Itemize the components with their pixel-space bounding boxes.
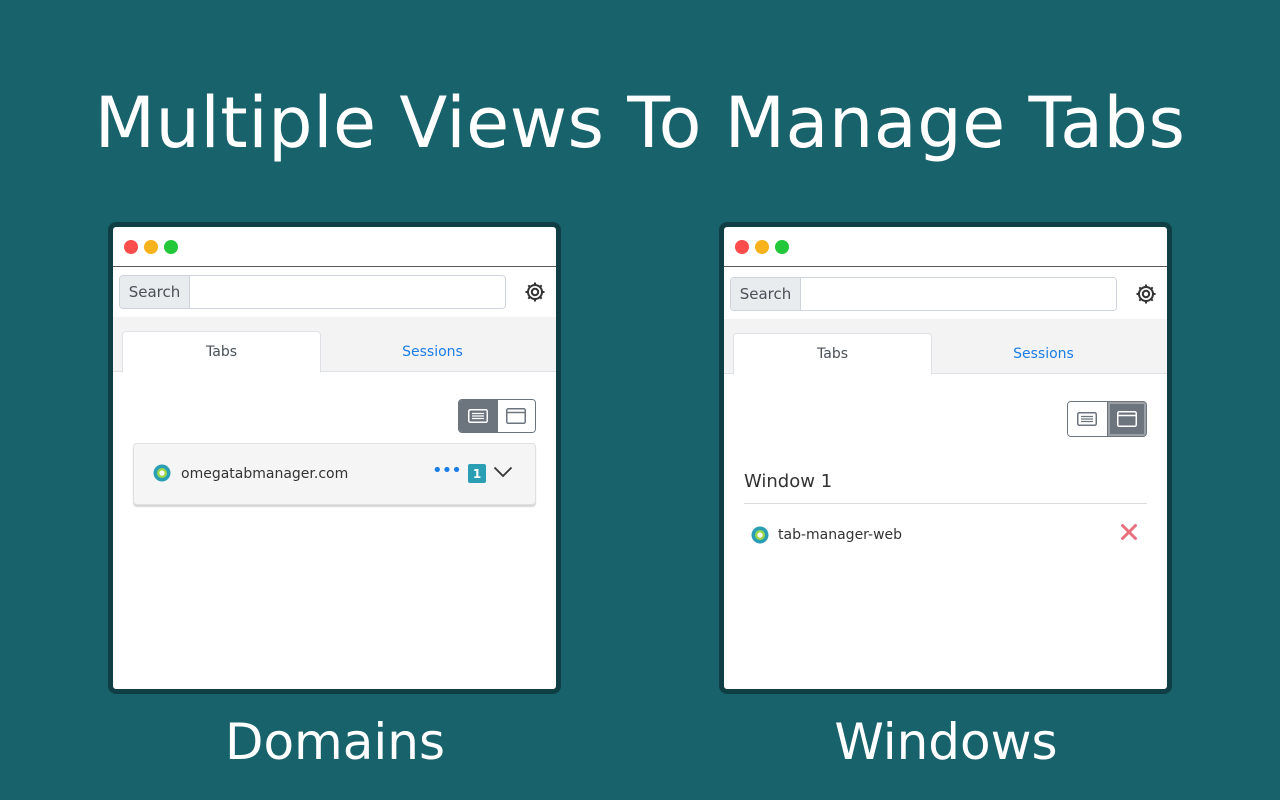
- tab-sessions[interactable]: Sessions: [944, 333, 1143, 375]
- search-group: Search: [730, 277, 1117, 311]
- tab-item-title[interactable]: tab-manager-web: [778, 527, 902, 543]
- maximize-window-button[interactable]: [775, 240, 789, 254]
- tab-tabs[interactable]: Tabs: [733, 333, 932, 375]
- chevron-down-icon[interactable]: [493, 466, 513, 478]
- maximize-window-button[interactable]: [164, 240, 178, 254]
- windows-view-window: Search Tabs Sessions Window 1 tab-manage…: [719, 222, 1172, 694]
- list-view-icon: [467, 409, 488, 423]
- headline: Multiple Views To Manage Tabs: [94, 82, 1186, 164]
- window-view-button[interactable]: [1106, 402, 1146, 436]
- search-row: Search: [724, 267, 1167, 319]
- domain-name: omegatabmanager.com: [181, 466, 349, 482]
- domains-caption: Domains: [224, 713, 446, 771]
- close-window-button[interactable]: [735, 240, 749, 254]
- view-toggle: [1067, 401, 1147, 437]
- tab-count-badge: 1: [468, 464, 486, 483]
- window-view-button[interactable]: [496, 400, 535, 432]
- windows-caption: Windows: [834, 713, 1058, 771]
- divider: [744, 503, 1147, 504]
- search-label: Search: [731, 278, 801, 310]
- minimize-window-button[interactable]: [755, 240, 769, 254]
- search-row: Search: [113, 267, 556, 317]
- minimize-window-button[interactable]: [144, 240, 158, 254]
- window-view-icon: [506, 408, 527, 424]
- window-group-title: Window 1: [744, 471, 833, 492]
- search-input[interactable]: [801, 278, 1116, 310]
- search-label: Search: [120, 276, 190, 308]
- tab-sessions[interactable]: Sessions: [333, 331, 532, 373]
- close-window-button[interactable]: [124, 240, 138, 254]
- view-toggle: [458, 399, 536, 433]
- tab-bar: Tabs Sessions: [113, 317, 556, 373]
- tab-bar: Tabs Sessions: [724, 319, 1167, 375]
- list-view-button[interactable]: [1068, 402, 1107, 436]
- close-icon[interactable]: [1120, 523, 1138, 541]
- more-options-button[interactable]: •••: [432, 460, 462, 481]
- list-view-button[interactable]: [459, 400, 497, 432]
- title-bar: [724, 227, 1167, 267]
- omega-favicon-icon: [153, 464, 171, 482]
- list-view-icon: [1077, 412, 1098, 426]
- domain-item[interactable]: omegatabmanager.com ••• 1: [133, 443, 536, 505]
- omega-favicon-icon: [751, 526, 769, 544]
- tab-tabs[interactable]: Tabs: [122, 331, 321, 373]
- search-group: Search: [119, 275, 506, 309]
- search-input[interactable]: [190, 276, 505, 308]
- window-view-icon: [1116, 411, 1137, 427]
- gear-icon[interactable]: [1134, 282, 1158, 306]
- domains-view-window: Search Tabs Sessions omegatabmanager.com…: [108, 222, 561, 694]
- gear-icon[interactable]: [523, 280, 547, 304]
- title-bar: [113, 227, 556, 267]
